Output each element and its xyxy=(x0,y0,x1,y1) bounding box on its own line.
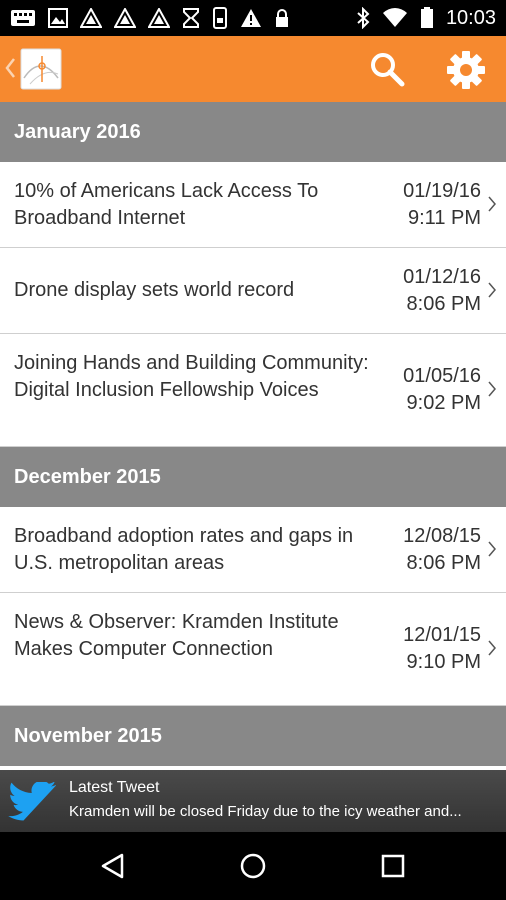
hourglass-icon xyxy=(183,8,199,28)
battery-icon xyxy=(420,7,433,28)
list-item[interactable]: Broadband adoption rates and gaps in U.S… xyxy=(0,507,506,593)
action-bar xyxy=(0,36,506,102)
list-item[interactable]: News & Observer: Kramden Institute Makes… xyxy=(0,593,506,706)
tweet-text: Kramden will be closed Friday due to the… xyxy=(69,803,462,820)
image-icon xyxy=(48,8,68,28)
section-header-label: January 2016 xyxy=(14,120,141,143)
item-title: Drone display sets world record xyxy=(14,279,295,301)
section-header-january-2016: January 2016 xyxy=(0,102,506,162)
section-header-november-2015: November 2015 xyxy=(0,706,506,766)
item-title: 10% of Americans Lack Access To Broadban… xyxy=(14,180,319,229)
lock-icon xyxy=(276,9,288,27)
item-date: 01/12/16 8:06 PM xyxy=(403,266,481,315)
item-date: 01/05/16 9:02 PM xyxy=(403,365,481,414)
tweet-title: Latest Tweet xyxy=(69,779,160,796)
chevron-right-icon xyxy=(488,196,496,211)
home-circle-icon[interactable] xyxy=(240,853,266,879)
gear-icon[interactable] xyxy=(446,50,486,90)
keyboard-icon xyxy=(11,10,35,26)
recents-square-icon[interactable] xyxy=(381,854,405,878)
list-item[interactable]: Drone display sets world record 01/12/16… xyxy=(0,248,506,334)
item-title: Joining Hands and Building Community: Di… xyxy=(14,352,369,401)
chevron-right-icon xyxy=(488,282,496,297)
chevron-right-icon xyxy=(488,381,496,397)
app-logo-icon[interactable] xyxy=(20,48,62,90)
wifi-icon xyxy=(382,8,407,27)
item-title: Broadband adoption rates and gaps in U.S… xyxy=(14,525,354,574)
news-list[interactable]: January 2016 10% of Americans Lack Acces… xyxy=(0,102,506,770)
section-header-label: December 2015 xyxy=(14,465,161,488)
navigation-bar xyxy=(0,832,506,900)
item-title: News & Observer: Kramden Institute Makes… xyxy=(14,611,339,660)
chevron-right-icon xyxy=(488,541,496,556)
section-header-label: November 2015 xyxy=(14,724,162,747)
chevron-right-icon xyxy=(488,640,496,656)
notification-icons xyxy=(10,6,290,30)
warning-triangle-icon xyxy=(114,8,136,28)
item-date: 01/19/16 9:11 PM xyxy=(403,180,481,229)
item-date: 12/08/15 8:06 PM xyxy=(403,525,481,574)
list-item[interactable]: Joining Hands and Building Community: Di… xyxy=(0,334,506,447)
clock: 10:03 xyxy=(445,6,496,29)
status-bar: 10:03 xyxy=(0,0,506,36)
alert-icon xyxy=(241,9,261,27)
item-date: 12/01/15 9:10 PM xyxy=(403,624,481,673)
search-icon[interactable] xyxy=(368,50,406,88)
warning-triangle-icon xyxy=(80,8,102,28)
phone-lock-icon xyxy=(213,7,227,29)
system-icons: 10:03 xyxy=(356,6,496,30)
section-header-december-2015: December 2015 xyxy=(0,447,506,507)
twitter-bird-icon xyxy=(8,782,56,821)
back-triangle-icon[interactable] xyxy=(100,853,126,879)
latest-tweet-banner[interactable]: Latest Tweet Kramden will be closed Frid… xyxy=(0,770,506,832)
warning-triangle-icon xyxy=(148,8,170,28)
list-item[interactable]: 10% of Americans Lack Access To Broadban… xyxy=(0,162,506,248)
chevron-left-icon[interactable] xyxy=(4,57,16,79)
bluetooth-icon xyxy=(357,7,370,29)
